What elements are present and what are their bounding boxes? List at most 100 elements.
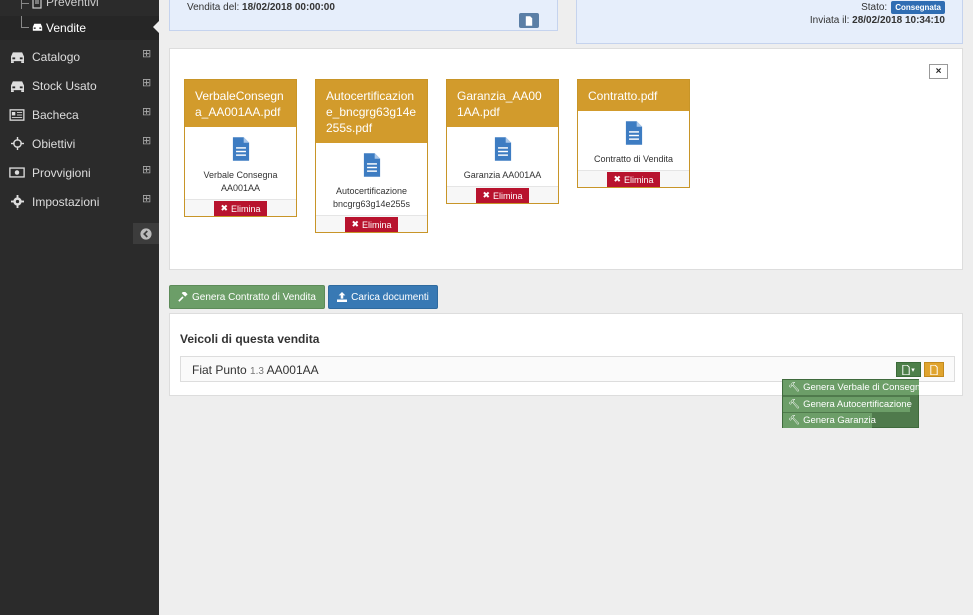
expand-icon[interactable]: ⊞ (142, 194, 151, 205)
vehicle-name: Fiat Punto 1.3 AA001AA (192, 363, 319, 377)
tree-branch (21, 27, 29, 28)
upload-documents-button[interactable]: Carica documenti (328, 285, 438, 309)
view-document-button[interactable] (519, 13, 539, 28)
document-description: Autocertificazione bncgrg63g14e255s (332, 186, 411, 209)
sale-date: Vendita del: 18/02/2018 00:00:00 (187, 2, 335, 13)
sent-date-label: Inviata il: (809, 15, 850, 26)
active-caret (153, 21, 159, 33)
delete-button[interactable]: ✖ Elimina (345, 217, 398, 232)
status-box: Stato: Consegnata Inviata il: 28/02/2018… (576, 0, 963, 44)
money-icon (8, 166, 26, 180)
delete-x-icon: ✖ (351, 219, 360, 229)
sent-date-value: 28/02/2018 10:34:10 (852, 15, 945, 26)
expand-icon[interactable]: ⊞ (142, 107, 151, 118)
sidebar-item-label: Provvigioni (32, 165, 91, 180)
sidebar-item-vendite[interactable]: Vendite (0, 16, 159, 40)
close-button[interactable]: × (929, 64, 948, 79)
delete-label: Elimina (362, 219, 392, 230)
expand-icon[interactable]: ⊞ (142, 165, 151, 176)
document-description: Verbale Consegna AA001AA (203, 170, 278, 193)
document-card[interactable]: Contratto.pdf Contratto di Vendita ✖ Eli… (577, 79, 690, 188)
generate-documents-menu: 🔨︎ Genera Verbale di Consegna 🔨︎ Genera … (782, 379, 926, 428)
menu-item-genera-garanzia[interactable]: 🔨︎ Genera Garanzia (783, 413, 876, 428)
delete-button[interactable]: ✖ Elimina (214, 201, 267, 216)
sidebar-item-label: Stock Usato (32, 78, 97, 93)
gavel-icon: 🔨︎ (788, 399, 801, 410)
delete-label: Elimina (231, 203, 261, 214)
sidebar-item-provvigioni[interactable]: Provvigioni ⊞ (0, 158, 159, 187)
menu-item-label: Genera Verbale di Consegna (803, 382, 926, 393)
collapse-sidebar-button[interactable] (133, 223, 159, 244)
file-pdf-icon (902, 364, 910, 375)
sidebar-item-label: Impostazioni (32, 194, 100, 209)
tree-line (21, 0, 22, 9)
sidebar-item-label: Vendite (46, 21, 87, 35)
sidebar-item-preventivi[interactable]: Preventivi (0, 0, 159, 9)
tree-branch (21, 3, 29, 4)
status-label: Stato: (861, 2, 888, 13)
status-badge: Consegnata (891, 1, 945, 14)
gavel-icon (178, 292, 188, 302)
file-text-icon (363, 153, 380, 177)
sale-date-value: 18/02/2018 00:00:00 (242, 2, 335, 13)
gavel-icon: 🔨︎ (788, 415, 801, 426)
file-text-icon (232, 137, 249, 161)
delete-button[interactable]: ✖ Elimina (476, 188, 529, 203)
sale-date-box: Vendita del: 18/02/2018 00:00:00 (169, 0, 558, 31)
document-filename[interactable]: VerbaleConsegna_AA001AA.pdf (185, 80, 296, 127)
delete-x-icon: ✖ (220, 203, 229, 213)
generate-contract-button[interactable]: Genera Contratto di Vendita (169, 285, 325, 309)
document-icon (32, 0, 42, 9)
document-card[interactable]: Garanzia_AA001AA.pdf Garanzia AA001AA ✖ … (446, 79, 559, 204)
vehicle-plate: AA001AA (266, 363, 319, 377)
vehicle-document-button[interactable] (924, 362, 944, 377)
arrow-left-circle-icon (140, 227, 152, 240)
delete-label: Elimina (493, 190, 523, 201)
car-icon (8, 50, 26, 64)
document-filename[interactable]: Autocertificazione_bncgrg63g14e255s.pdf (316, 80, 427, 143)
sidebar-item-impostazioni[interactable]: Impostazioni ⊞ (0, 187, 159, 216)
sidebar-item-label: Bacheca (32, 107, 79, 122)
document-footer: ✖ Elimina (316, 215, 427, 232)
gavel-icon: 🔨︎ (788, 382, 801, 393)
sidebar-item-catalogo[interactable]: Catalogo ⊞ (0, 42, 159, 71)
document-footer: ✖ Elimina (447, 186, 558, 203)
target-icon (8, 137, 26, 151)
file-icon (525, 15, 533, 26)
document-description: Garanzia AA001AA (463, 170, 542, 180)
document-card[interactable]: Autocertificazione_bncgrg63g14e255s.pdf … (315, 79, 428, 233)
menu-item-label: Genera Autocertificazione (803, 399, 912, 410)
delete-label: Elimina (624, 174, 654, 185)
document-footer: ✖ Elimina (578, 170, 689, 187)
delete-x-icon: ✖ (482, 190, 491, 200)
menu-item-genera-autocertificazione[interactable]: 🔨︎ Genera Autocertificazione (783, 397, 912, 412)
expand-icon[interactable]: ⊞ (142, 49, 151, 60)
sent-date: Inviata il: 28/02/2018 10:34:10 (810, 15, 945, 26)
expand-icon[interactable]: ⊞ (142, 78, 151, 89)
generate-documents-dropdown-button[interactable]: ▾ (896, 362, 921, 377)
file-text-icon (494, 137, 511, 161)
car-icon (32, 23, 43, 31)
gear-icon (8, 195, 26, 209)
vehicles-title: Veicoli di questa vendita (180, 332, 320, 346)
delete-button[interactable]: ✖ Elimina (607, 172, 660, 187)
sidebar-item-label: Preventivi (46, 0, 99, 9)
file-icon (930, 364, 938, 375)
car-icon (8, 79, 26, 93)
generate-contract-label: Genera Contratto di Vendita (192, 291, 316, 303)
document-filename[interactable]: Garanzia_AA001AA.pdf (447, 80, 558, 127)
caret-down-icon: ▾ (911, 366, 915, 374)
expand-icon[interactable]: ⊞ (142, 136, 151, 147)
upload-icon (337, 292, 348, 302)
document-filename[interactable]: Contratto.pdf (578, 80, 689, 111)
delete-x-icon: ✖ (613, 174, 622, 184)
sidebar-item-bacheca[interactable]: Bacheca ⊞ (0, 100, 159, 129)
menu-item-genera-verbale[interactable]: 🔨︎ Genera Verbale di Consegna (783, 380, 926, 395)
document-card[interactable]: VerbaleConsegna_AA001AA.pdf Verbale Cons… (184, 79, 297, 217)
menu-item-label: Genera Garanzia (803, 415, 876, 426)
documents-panel: × VerbaleConsegna_AA001AA.pdf Verbale Co… (169, 48, 963, 270)
document-footer: ✖ Elimina (185, 199, 296, 216)
board-icon (8, 108, 26, 122)
sidebar-item-stock-usato[interactable]: Stock Usato ⊞ (0, 71, 159, 100)
sidebar-item-obiettivi[interactable]: Obiettivi ⊞ (0, 129, 159, 158)
